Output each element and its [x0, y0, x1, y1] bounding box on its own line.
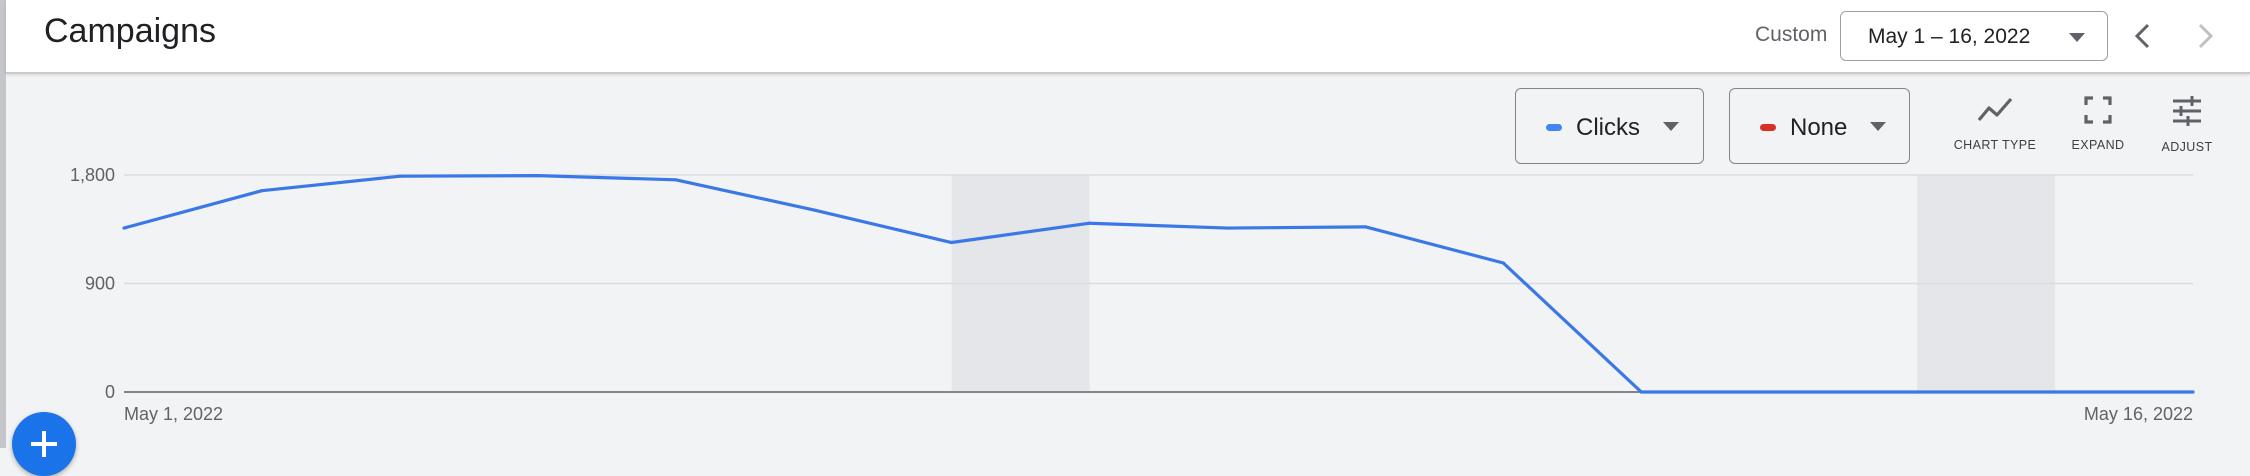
- page-title: Campaigns: [44, 12, 216, 50]
- plus-icon-vertical: [42, 431, 46, 457]
- tune-icon: [2173, 96, 2201, 126]
- metric-color-swatch: [1760, 124, 1776, 131]
- y-tick-label: 1,800: [70, 165, 115, 185]
- data-point: [1087, 221, 1092, 225]
- data-point: [812, 208, 816, 212]
- y-tick-label: 900: [85, 274, 115, 294]
- data-point: [2191, 390, 2195, 394]
- expand-label: EXPAND: [2071, 138, 2125, 152]
- chevron-down-icon: [2069, 33, 2085, 42]
- previous-period-button[interactable]: [2124, 16, 2164, 56]
- adjust-button[interactable]: ADJUST: [2150, 96, 2224, 154]
- chart-type-button[interactable]: CHART TYPE: [1950, 96, 2040, 152]
- primary-metric-label: Clicks: [1576, 114, 1640, 141]
- add-button[interactable]: [12, 412, 76, 476]
- data-point: [398, 174, 402, 178]
- chevron-left-icon: [2134, 23, 2150, 49]
- data-point: [1639, 390, 1643, 394]
- metric-color-swatch: [1546, 124, 1562, 131]
- date-range-value: May 1 – 16, 2022: [1868, 25, 2031, 48]
- secondary-metric-label: None: [1790, 114, 1848, 141]
- date-range-select[interactable]: May 1 – 16, 2022: [1840, 11, 2108, 61]
- line-chart-icon: [1977, 97, 2013, 122]
- date-range-label: Custom: [1755, 23, 1828, 46]
- x-axis-end-label: May 16, 2022: [2084, 404, 2193, 424]
- data-point: [1915, 390, 1919, 394]
- expand-button[interactable]: EXPAND: [2060, 96, 2136, 152]
- chart-type-label: CHART TYPE: [1953, 138, 2037, 152]
- x-axis-start-label: May 1, 2022: [124, 404, 223, 424]
- chevron-down-icon: [1663, 122, 1679, 131]
- adjust-label: ADJUST: [2161, 140, 2213, 154]
- data-point: [122, 226, 126, 230]
- data-point: [260, 189, 264, 193]
- chevron-right-icon: [2198, 23, 2214, 49]
- data-point: [1777, 390, 1781, 394]
- data-point: [1501, 261, 1505, 265]
- primary-metric-select[interactable]: Clicks: [1515, 88, 1704, 164]
- data-point: [2053, 390, 2057, 394]
- data-point: [1363, 225, 1367, 229]
- page-header: Campaigns Custom May 1 – 16, 2022: [6, 0, 2250, 74]
- secondary-metric-select[interactable]: None: [1729, 88, 1910, 164]
- data-point: [674, 178, 678, 182]
- data-point: [950, 240, 954, 245]
- chevron-down-icon: [1870, 122, 1886, 131]
- next-period-button[interactable]: [2184, 16, 2224, 56]
- data-point: [1225, 226, 1230, 230]
- y-tick-label: 0: [105, 382, 115, 402]
- expand-icon: [2084, 96, 2112, 124]
- data-point: [536, 174, 540, 178]
